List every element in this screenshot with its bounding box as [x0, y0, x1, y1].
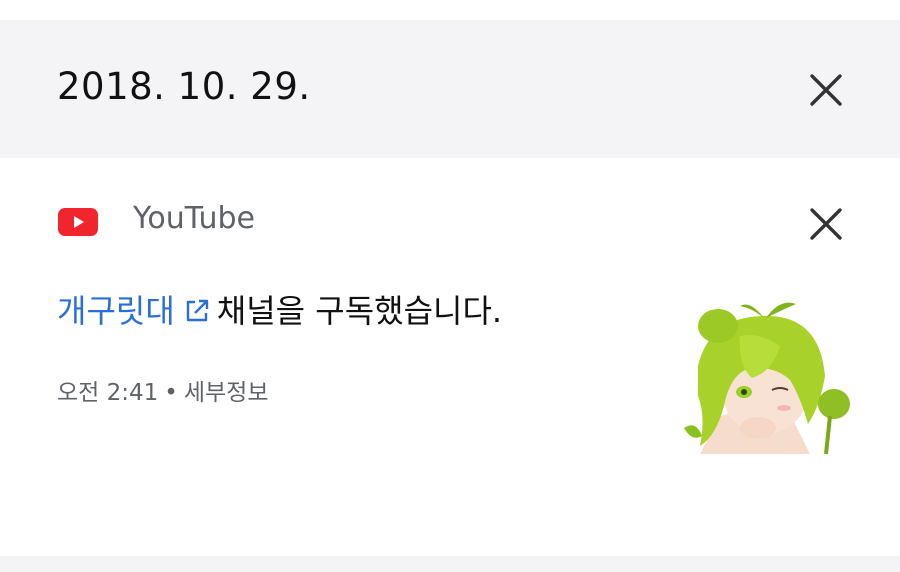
channel-name-link[interactable]: 개구릿대 — [57, 292, 175, 330]
date-label: 2018. 10. 29. — [57, 65, 311, 108]
dismiss-notification-button[interactable] — [806, 204, 846, 244]
dismiss-date-button[interactable] — [806, 70, 846, 110]
close-icon — [810, 74, 842, 106]
notification-history-page: 2018. 10. 29. YouTube 개구릿대 채널을 구독했습니다. 오… — [0, 0, 900, 572]
notification-message: 개구릿대 채널을 구독했습니다. — [57, 292, 502, 330]
external-link-icon[interactable] — [183, 297, 211, 325]
bottom-divider — [0, 556, 900, 572]
close-icon — [810, 208, 842, 240]
details-link[interactable]: 세부정보 — [184, 380, 269, 406]
app-name: YouTube — [133, 201, 255, 236]
channel-thumbnail — [680, 296, 852, 454]
notification-meta: 오전 2:41 • 세부정보 — [57, 382, 269, 405]
youtube-logo-icon — [58, 208, 98, 236]
message-text: 채널을 구독했습니다. — [216, 292, 503, 330]
timestamp: 오전 2:41 — [57, 380, 159, 406]
channel-avatar-thumbnail — [680, 296, 852, 454]
separator-dot: • — [164, 380, 178, 406]
